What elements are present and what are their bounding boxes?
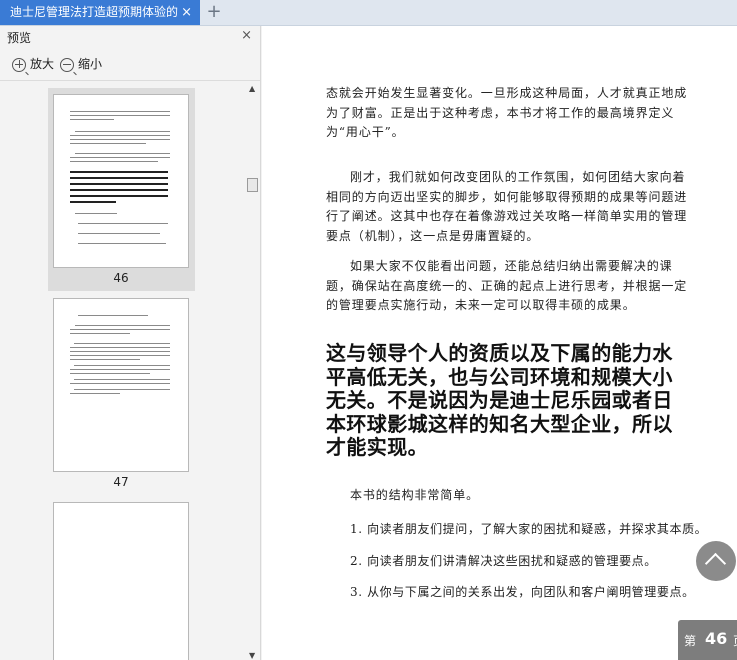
zoom-in-button[interactable]: 放大 [12,54,55,75]
preview-panel: 预览 × 放大 缩小 46 47 ▲ ▼ [0,26,261,660]
list-item: 1. 向读者朋友们提问，了解大家的困扰和疑惑，并探求其本质。 [350,522,708,536]
zoom-in-label: 放大 [30,57,55,71]
page-number-47: 47 [113,475,129,489]
preview-title: 预览 [7,31,32,45]
document-view: 态就会开始发生显著变化。一旦形成这种局面，人才就真正地成为了财富。正是出于这种考… [262,26,737,660]
scroll-up-icon[interactable]: ▲ [249,84,255,93]
toolbar-divider [0,80,260,81]
back-to-top-button[interactable] [696,541,736,581]
zoom-out-icon [60,57,77,75]
page-thumbnail-46[interactable] [53,94,189,268]
page-indicator-suffix: 页 [733,632,737,649]
page-indicator: 第 46 页 [678,620,737,660]
tab-bar: 迪士尼管理法打造超预期体验的 × + [0,0,737,26]
paragraph-3: 如果大家不仅能看出问题，还能总结归纳出需要解决的课题，确保站在高度统一的、正确的… [326,259,688,312]
paragraph-4: 本书的结构非常简单。 [350,488,480,502]
scroll-down-icon[interactable]: ▼ [249,651,255,660]
document-tab[interactable]: 迪士尼管理法打造超预期体验的 × [0,0,200,25]
list-item: 3. 从你与下属之间的关系出发，向团队和客户阐明管理要点。 [350,585,695,599]
zoom-in-icon [12,57,29,75]
tab-close-icon[interactable]: × [181,0,192,25]
zoom-out-button[interactable]: 缩小 [60,54,103,75]
page-indicator-prefix: 第 [684,634,697,648]
list-item: 2. 向读者朋友们讲清解决这些困扰和疑惑的管理要点。 [350,554,657,568]
zoom-out-label: 缩小 [78,57,103,71]
page-thumbnail-48[interactable] [53,502,189,660]
paragraph-2: 刚才，我们就如何改变团队的工作氛围，如何团结大家向着相同的方向迈出坚实的脚步，如… [326,170,688,243]
thumbnail-scrollbar[interactable]: ▲ ▼ [246,82,260,660]
page-thumbnail-47[interactable] [53,298,189,472]
page-indicator-number: 46 [705,629,728,648]
scrollbar-thumb[interactable] [247,178,258,192]
highlight-heading: 这与领导个人的资质以及下属的能力水平高低无关，也与公司环境和规模大小无关。不是说… [326,341,673,459]
preview-close-icon[interactable]: × [241,28,252,43]
new-tab-button[interactable]: + [205,0,223,25]
tab-title[interactable]: 迪士尼管理法打造超预期体验的 [10,0,178,25]
page-number-46: 46 [113,271,129,285]
thumbnail-list: 46 47 [0,82,246,660]
paragraph-1: 态就会开始发生显著变化。一旦形成这种局面，人才就真正地成为了财富。正是出于这种考… [326,86,688,139]
